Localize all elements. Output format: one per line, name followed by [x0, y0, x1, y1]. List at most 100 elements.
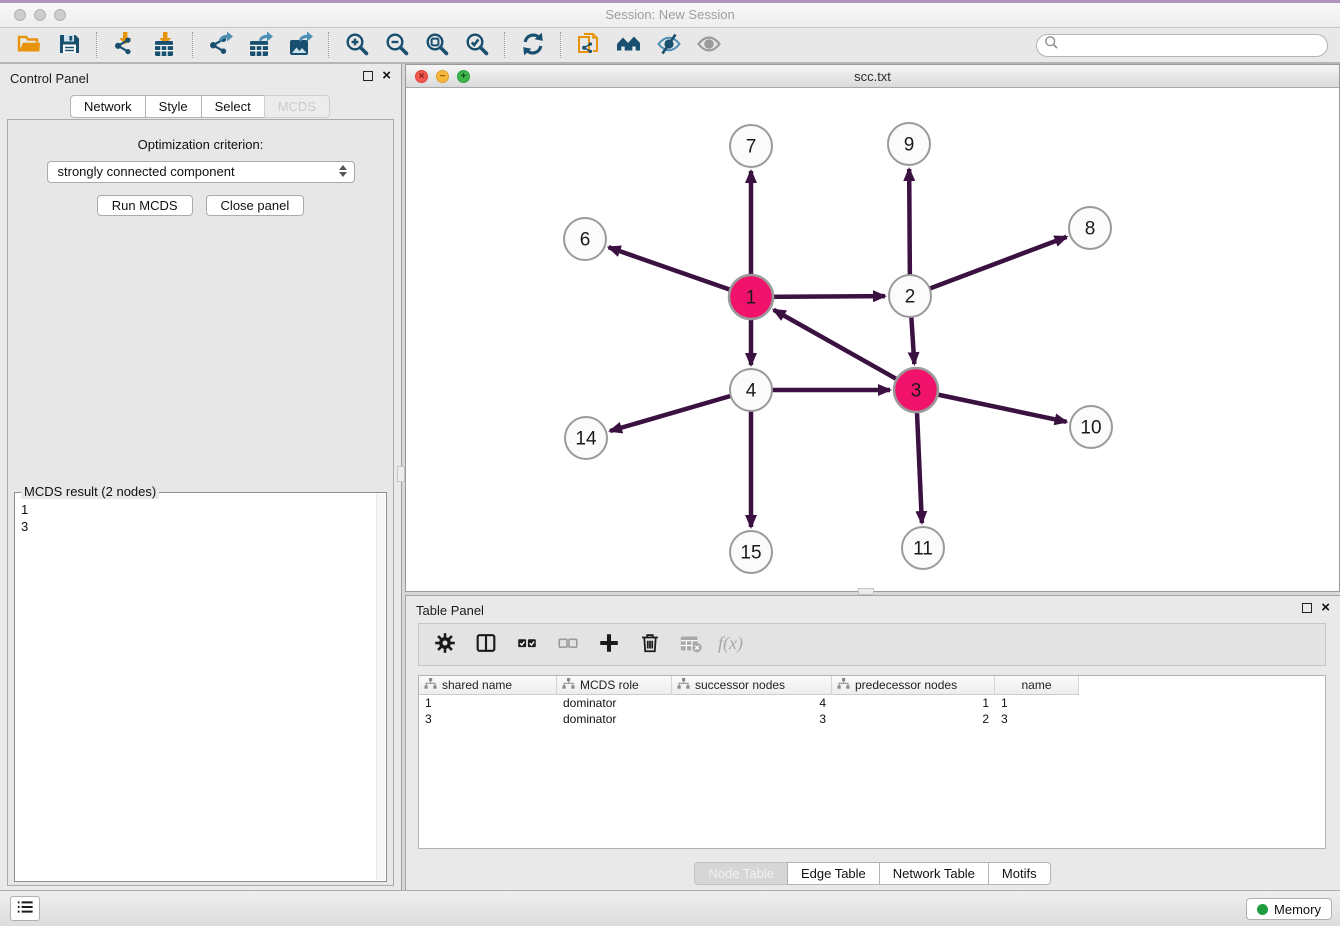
close-panel-button[interactable]: Close panel	[206, 195, 305, 216]
tab-mcds[interactable]: MCDS	[264, 95, 330, 118]
column-header-MCDS-role[interactable]: MCDS role	[557, 676, 672, 695]
criterion-dropdown[interactable]: strongly connected component	[47, 161, 355, 183]
vertical-splitter-handle[interactable]	[397, 466, 405, 482]
graph-edge-2-8[interactable]	[910, 237, 1067, 296]
table-panel-header: Table Panel ×	[406, 596, 1340, 622]
tasks-status-button[interactable]	[10, 896, 40, 921]
control-panel-title: Control Panel	[10, 71, 89, 86]
trash-icon	[638, 631, 662, 658]
tab-network-table[interactable]: Network Table	[879, 862, 989, 885]
import-network-button[interactable]	[106, 30, 143, 60]
svg-text:f(x): f(x)	[718, 633, 743, 654]
mcds-result-line: 3	[21, 518, 380, 535]
tree-icon	[837, 678, 850, 692]
tab-network[interactable]: Network	[70, 95, 146, 118]
fx-button[interactable]: f(x)	[715, 629, 749, 661]
birdseye-button[interactable]	[690, 30, 727, 60]
float-table-panel-icon[interactable]	[1302, 603, 1312, 613]
graph-node-14[interactable]: 14	[565, 417, 607, 459]
graph-node-1[interactable]: 1	[729, 275, 773, 319]
tab-select[interactable]: Select	[201, 95, 265, 118]
table-cell[interactable]: 2	[832, 711, 995, 727]
home-button[interactable]	[610, 30, 647, 60]
export-image-button[interactable]	[282, 30, 319, 60]
table-cell[interactable]: dominator	[557, 695, 672, 711]
close-panel-icon[interactable]: ×	[382, 70, 391, 82]
graph-node-label: 6	[580, 230, 591, 251]
graph-node-4[interactable]: 4	[730, 369, 772, 411]
mcds-result-list[interactable]: 13	[15, 493, 386, 543]
control-panel: Control Panel × NetworkStyleSelectMCDS O…	[0, 64, 402, 890]
split-panel-button[interactable]	[469, 629, 503, 661]
save-session-button[interactable]	[50, 30, 87, 60]
graph-node-9[interactable]: 9	[888, 123, 930, 165]
dropdown-stepper-icon	[339, 165, 347, 177]
horizontal-splitter-handle[interactable]	[858, 588, 874, 595]
delete-table-icon	[679, 631, 703, 658]
table-row[interactable]: 1dominator411	[419, 695, 1325, 711]
table-cell[interactable]: 3	[672, 711, 832, 727]
trash-button[interactable]	[633, 629, 667, 661]
graph-node-2[interactable]: 2	[889, 275, 931, 317]
table-cell[interactable]: dominator	[557, 711, 672, 727]
tab-edge-table[interactable]: Edge Table	[787, 862, 880, 885]
table-cell[interactable]: 3	[419, 711, 557, 727]
memory-button[interactable]: Memory	[1246, 898, 1332, 920]
column-header-predecessor-nodes[interactable]: predecessor nodes	[832, 676, 995, 695]
graph-node-label: 15	[740, 543, 761, 564]
export-network-button[interactable]	[202, 30, 239, 60]
table-cell[interactable]: 3	[995, 711, 1079, 727]
zoom-in-icon	[344, 31, 370, 60]
column-header-label: shared name	[442, 678, 512, 692]
tree-icon	[424, 678, 437, 692]
graph-node-10[interactable]: 10	[1070, 406, 1112, 448]
graph-edge-3-1[interactable]	[774, 310, 916, 390]
tab-node-table[interactable]: Node Table	[694, 862, 788, 885]
column-header-successor-nodes[interactable]: successor nodes	[672, 676, 832, 695]
tab-motifs[interactable]: Motifs	[988, 862, 1051, 885]
duplicate-network-button[interactable]	[570, 30, 607, 60]
open-session-button[interactable]	[10, 30, 47, 60]
graph-node-11[interactable]: 11	[902, 527, 944, 569]
table-cell[interactable]: 1	[832, 695, 995, 711]
graph-node-7[interactable]: 7	[730, 125, 772, 167]
result-scrollbar[interactable]	[376, 494, 385, 880]
tab-style[interactable]: Style	[145, 95, 202, 118]
refresh-button[interactable]	[514, 30, 551, 60]
toggle-graphics-details-button[interactable]	[650, 30, 687, 60]
close-table-panel-icon[interactable]: ×	[1321, 602, 1330, 614]
column-header-shared-name[interactable]: shared name	[419, 676, 557, 695]
graph-node-15[interactable]: 15	[730, 531, 772, 573]
deselect-all-button[interactable]	[551, 629, 585, 661]
select-all-button[interactable]	[510, 629, 544, 661]
add-button[interactable]	[592, 629, 626, 661]
table-row[interactable]: 3dominator323	[419, 711, 1325, 727]
graph-node-3[interactable]: 3	[894, 368, 938, 412]
zoom-out-icon	[384, 31, 410, 60]
table-cell[interactable]: 4	[672, 695, 832, 711]
gear-button[interactable]	[428, 629, 462, 661]
graph-node-8[interactable]: 8	[1069, 207, 1111, 249]
graph-node-label: 7	[746, 137, 757, 158]
export-table-button[interactable]	[242, 30, 279, 60]
float-panel-icon[interactable]	[363, 71, 373, 81]
search-box[interactable]	[1036, 34, 1328, 57]
zoom-selected-button[interactable]	[458, 30, 495, 60]
table-cell[interactable]: 1	[419, 695, 557, 711]
run-mcds-button[interactable]: Run MCDS	[97, 195, 193, 216]
zoom-fit-button[interactable]	[418, 30, 455, 60]
main-toolbar	[0, 28, 1340, 64]
tree-icon	[562, 678, 575, 692]
search-input[interactable]	[1059, 36, 1327, 54]
zoom-in-button[interactable]	[338, 30, 375, 60]
column-header-name[interactable]: name	[995, 676, 1079, 695]
graph-node-label: 11	[913, 539, 933, 560]
graph-node-6[interactable]: 6	[564, 218, 606, 260]
graph-edge-4-14[interactable]	[610, 390, 751, 431]
table-tabs: Node TableEdge TableNetwork TableMotifs	[406, 862, 1340, 885]
import-table-button[interactable]	[146, 30, 183, 60]
zoom-out-button[interactable]	[378, 30, 415, 60]
delete-table-button[interactable]	[674, 629, 708, 661]
network-canvas[interactable]: 7 9 6 8 1 2 4 3 14 10 15 11	[406, 88, 1339, 591]
table-cell[interactable]: 1	[995, 695, 1079, 711]
